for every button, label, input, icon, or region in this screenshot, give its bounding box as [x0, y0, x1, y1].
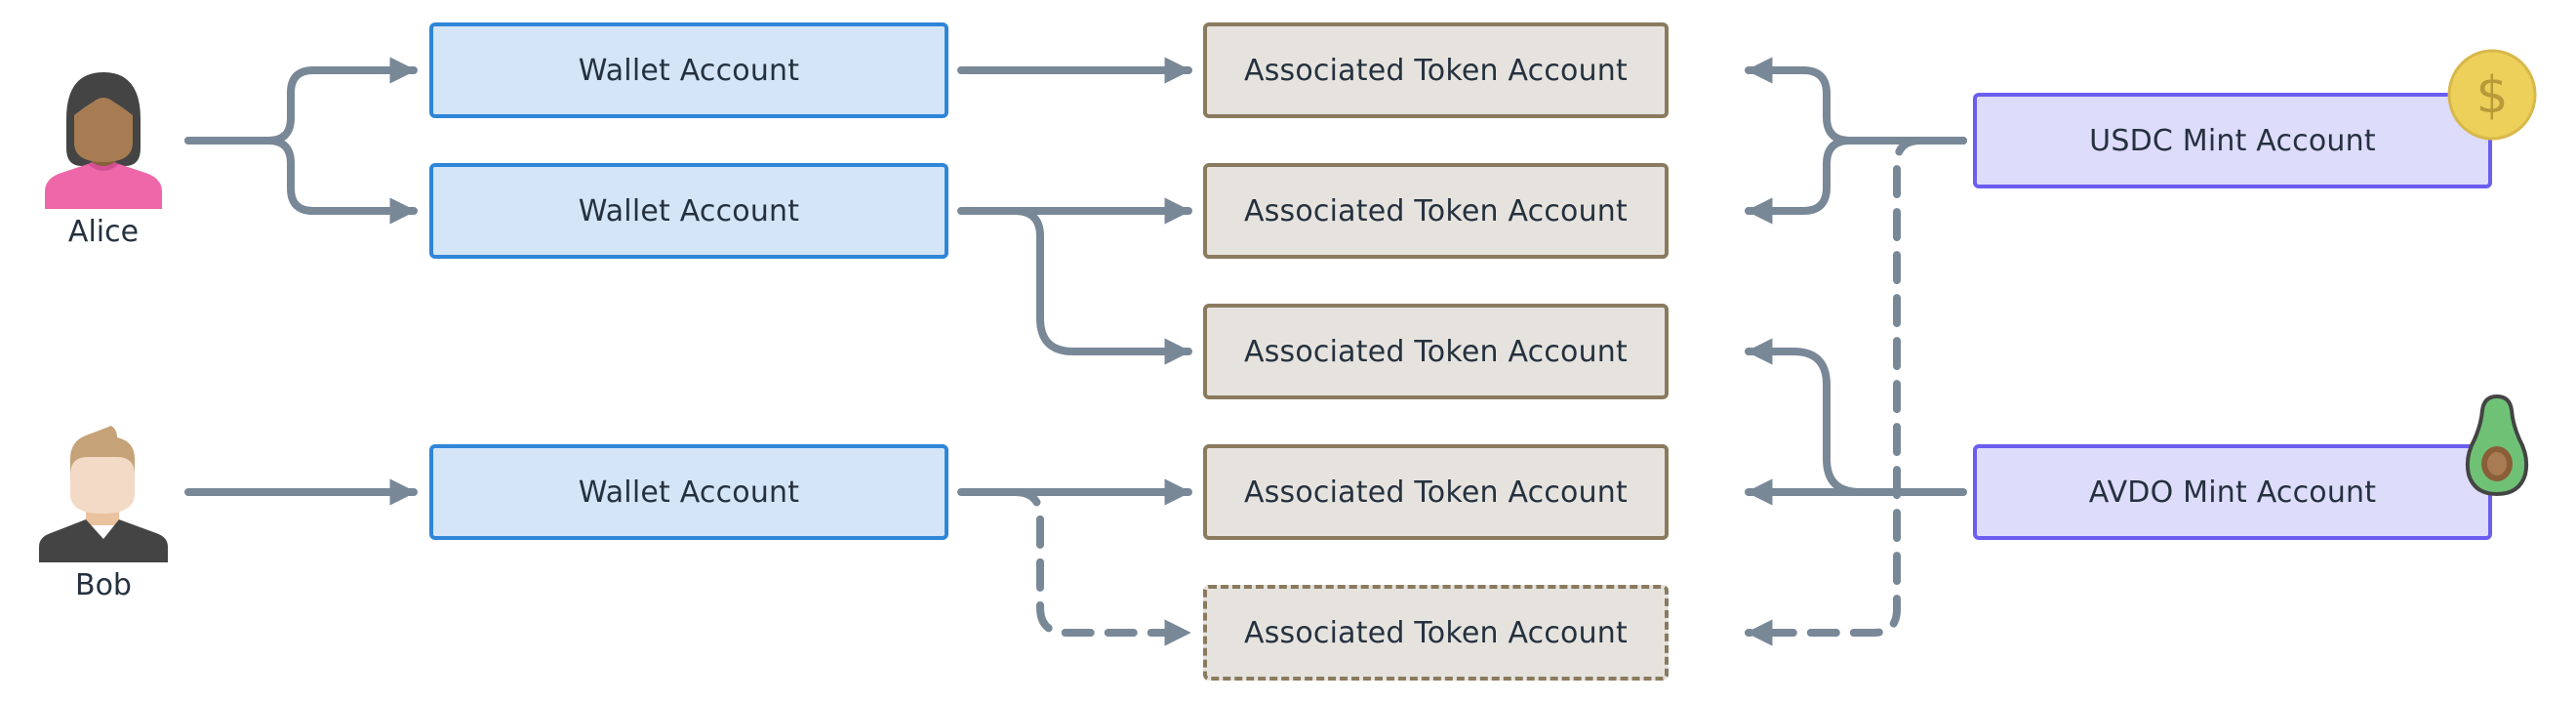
edge-alice-w1 [184, 57, 418, 145]
ata-label: Associated Token Account [1244, 475, 1628, 510]
edge-usdc-a1 [1745, 57, 1967, 145]
associated-token-account-box[interactable]: Associated Token Account [1203, 22, 1669, 118]
ata-label: Associated Token Account [1244, 193, 1628, 228]
edge-w2-a3 [1011, 207, 1192, 365]
associated-token-account-box-pending[interactable]: Associated Token Account [1203, 585, 1669, 681]
edge-w3-a5 [1011, 488, 1192, 646]
associated-token-account-box[interactable]: Associated Token Account [1203, 304, 1669, 399]
ata-label: Associated Token Account [1244, 334, 1628, 369]
person-label-alice: Alice [67, 215, 140, 249]
usdc-mint-account-box[interactable]: USDC Mint Account [1973, 93, 2492, 188]
avocado-icon [2465, 393, 2529, 497]
wallet-account-box[interactable]: Wallet Account [429, 22, 948, 118]
mint-account-label: AVDO Mint Account [2088, 475, 2377, 510]
mint-account-label: USDC Mint Account [2089, 123, 2376, 158]
wallet-account-box[interactable]: Wallet Account [429, 444, 948, 540]
wallet-account-box[interactable]: Wallet Account [429, 163, 948, 259]
person-label-bob: Bob [75, 568, 132, 602]
ata-label: Associated Token Account [1244, 615, 1628, 650]
wallet-account-label: Wallet Account [578, 53, 800, 88]
avdo-mint-account-box[interactable]: AVDO Mint Account [1973, 444, 2492, 540]
wallet-account-label: Wallet Account [578, 475, 800, 510]
man-avatar-icon [39, 426, 168, 562]
associated-token-account-box[interactable]: Associated Token Account [1203, 163, 1669, 259]
wallet-account-label: Wallet Account [578, 193, 800, 228]
woman-avatar-icon [45, 72, 162, 209]
svg-text:$: $ [2475, 66, 2508, 125]
dollar-coin-icon: $ [2447, 49, 2537, 141]
edge-alice-w2 [184, 137, 418, 225]
edge-avdo-a3 [1745, 338, 1864, 496]
associated-token-account-box[interactable]: Associated Token Account [1203, 444, 1669, 540]
edge-usdc-a2 [1745, 137, 1967, 225]
ata-label: Associated Token Account [1244, 53, 1628, 88]
